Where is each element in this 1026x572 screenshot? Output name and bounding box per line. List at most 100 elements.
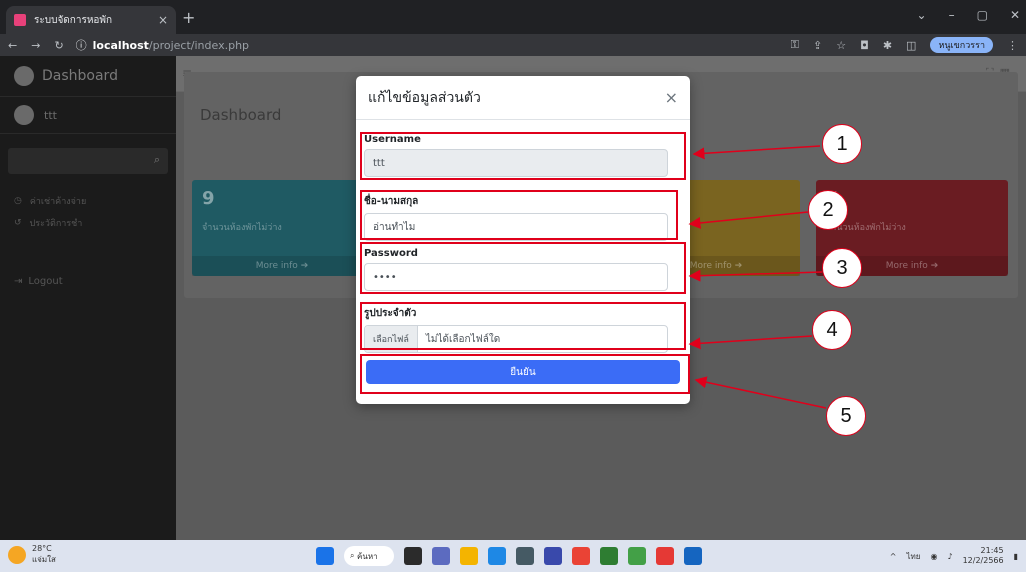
taskbar-search-label: ค้นหา — [357, 551, 378, 561]
close-icon[interactable]: × — [665, 88, 678, 107]
sidebar-search-input[interactable]: ⌕ — [8, 148, 168, 174]
arrow-circle-icon: ➔ — [930, 261, 939, 271]
weather-text: แจ่มใส — [32, 555, 56, 564]
sidebar: Dashboard ttt ⌕ ◷ ค่าเช่าค้างจ่าย ↺ ประว… — [0, 56, 176, 540]
sidebar-menu: ◷ ค่าเช่าค้างจ่าย ↺ ประวัติการชำ — [0, 190, 176, 234]
back-icon[interactable]: ← — [8, 39, 17, 52]
callout-1: 1 — [822, 124, 862, 164]
stat-label: จำนวนห้องพักไม่ว่าง — [202, 223, 282, 233]
stat-box-occupied: 9 จำนวนห้องพักไม่ว่าง More info ➔ — [192, 180, 372, 276]
windows-taskbar: 28°C แจ่มใส ⌕ ค้นหา ^ ไทย ◉ ♪ 21:45 12/2/… — [0, 540, 1026, 572]
history-icon: ↺ — [14, 218, 22, 228]
brand[interactable]: Dashboard — [0, 56, 176, 96]
task-view-icon[interactable] — [404, 547, 422, 565]
sidebar-item-label: ค่าเช่าค้างจ่าย — [29, 197, 87, 207]
callout-2: 2 — [808, 190, 848, 230]
browser-tab[interactable]: ระบบจัดการหอพัก × — [6, 6, 176, 34]
close-tab-icon[interactable]: × — [158, 13, 168, 27]
share-icon[interactable]: ⇪ — [813, 39, 822, 52]
star-icon[interactable]: ☆ — [836, 39, 846, 52]
chat-icon[interactable] — [432, 547, 450, 565]
forward-icon[interactable]: → — [31, 39, 40, 52]
reload-icon[interactable]: ↻ — [54, 39, 63, 52]
window-controls: ⌄ – ▢ ✕ — [917, 8, 1020, 22]
date: 12/2/2566 — [962, 556, 1004, 565]
sidebar-item-rent-due[interactable]: ◷ ค่าเช่าค้างจ่าย — [0, 190, 176, 212]
arrow-circle-icon: ➔ — [300, 261, 309, 271]
clock[interactable]: 21:45 12/2/2566 — [963, 546, 1004, 566]
more-info-link[interactable]: More info ➔ — [192, 256, 372, 276]
close-window-icon[interactable]: ✕ — [1010, 8, 1020, 22]
new-tab-button[interactable]: + — [182, 8, 195, 27]
url-field[interactable]: ⓘ localhost/project/index.php — [76, 37, 249, 53]
favicon-icon — [14, 14, 26, 26]
app-icon[interactable] — [656, 547, 674, 565]
lang-indicator[interactable]: ไทย — [906, 550, 920, 563]
chevron-up-icon[interactable]: ^ — [890, 552, 897, 561]
logout-link[interactable]: ⇥ Logout — [0, 270, 176, 292]
more-info-label: More info — [885, 261, 928, 271]
temperature: 28°C — [32, 544, 52, 553]
volume-icon[interactable]: ♪ — [947, 552, 952, 561]
store-icon[interactable] — [516, 547, 534, 565]
brand-text: Dashboard — [42, 68, 118, 84]
modal-header: แก้ไขข้อมูลส่วนตัว × — [356, 76, 690, 120]
kebab-menu-icon[interactable]: ⋮ — [1007, 39, 1018, 52]
logout-label: Logout — [28, 275, 63, 287]
logo-icon — [14, 66, 34, 86]
more-info-label: More info — [255, 261, 298, 271]
notification-icon[interactable]: ▮ — [1014, 552, 1018, 561]
search-icon: ⌕ — [153, 153, 160, 166]
url-path: /project/index.php — [148, 38, 250, 52]
annotation-box-3 — [360, 242, 686, 294]
logout-icon: ⇥ — [14, 275, 23, 287]
profile-button[interactable]: หนูเขกวรรา — [930, 37, 993, 53]
toolbar-icons: ⚿ ⇪ ☆ ◘ ✱ ◫ หนูเขกวรรา ⋮ — [791, 37, 1018, 53]
taskbar-search[interactable]: ⌕ ค้นหา — [344, 546, 394, 566]
nav-buttons: ← → ↻ — [8, 39, 64, 52]
app-icon[interactable] — [628, 547, 646, 565]
annotation-box-5 — [360, 354, 690, 394]
vscode-icon[interactable] — [544, 547, 562, 565]
arrow-circle-icon: ➔ — [734, 261, 743, 271]
app-icon[interactable] — [600, 547, 618, 565]
annotation-box-2 — [360, 190, 678, 240]
stat-number: 9 — [202, 188, 215, 209]
weather-widget[interactable]: 28°C แจ่มใส — [8, 544, 56, 566]
key-icon[interactable]: ⚿ — [791, 38, 799, 52]
wifi-icon[interactable]: ◉ — [930, 552, 937, 561]
clock-icon: ◷ — [14, 196, 22, 206]
file-explorer-icon[interactable] — [460, 547, 478, 565]
chevron-down-icon[interactable]: ⌄ — [917, 8, 927, 22]
user-panel[interactable]: ttt — [0, 96, 176, 134]
info-icon: ⓘ — [75, 39, 87, 52]
puzzle-icon[interactable]: ✱ — [883, 39, 892, 52]
photos-icon[interactable] — [684, 547, 702, 565]
modal-title: แก้ไขข้อมูลส่วนตัว — [368, 89, 481, 106]
page-title: Dashboard — [200, 106, 282, 124]
system-tray: ^ ไทย ◉ ♪ 21:45 12/2/2566 ▮ — [890, 546, 1018, 566]
extension-icon[interactable]: ◘ — [860, 39, 869, 52]
edge-icon[interactable] — [488, 547, 506, 565]
address-bar: ← → ↻ ⓘ localhost/project/index.php ⚿ ⇪ … — [0, 34, 1026, 56]
search-icon: ⌕ — [350, 551, 358, 560]
tab-title: ระบบจัดการหอพัก — [34, 14, 113, 26]
browser-tab-bar: ระบบจัดการหอพัก × + ⌄ – ▢ ✕ — [0, 0, 1026, 34]
sidebar-item-label: ประวัติการชำ — [29, 219, 83, 229]
callout-4: 4 — [812, 310, 852, 350]
sidebar-item-history[interactable]: ↺ ประวัติการชำ — [0, 212, 176, 234]
taskbar-apps: ⌕ ค้นหา — [316, 546, 702, 566]
annotation-box-4 — [360, 302, 686, 350]
callout-5: 5 — [826, 396, 866, 436]
avatar — [14, 105, 34, 125]
minimize-icon[interactable]: – — [949, 8, 955, 22]
maximize-icon[interactable]: ▢ — [977, 8, 988, 22]
sun-icon — [8, 546, 26, 564]
more-info-label: More info — [689, 261, 732, 271]
callout-3: 3 — [822, 248, 862, 288]
sidepanel-icon[interactable]: ◫ — [906, 39, 916, 52]
chrome-icon[interactable] — [572, 547, 590, 565]
url-host: localhost — [92, 38, 149, 52]
user-name: ttt — [44, 108, 57, 122]
start-icon[interactable] — [316, 547, 334, 565]
